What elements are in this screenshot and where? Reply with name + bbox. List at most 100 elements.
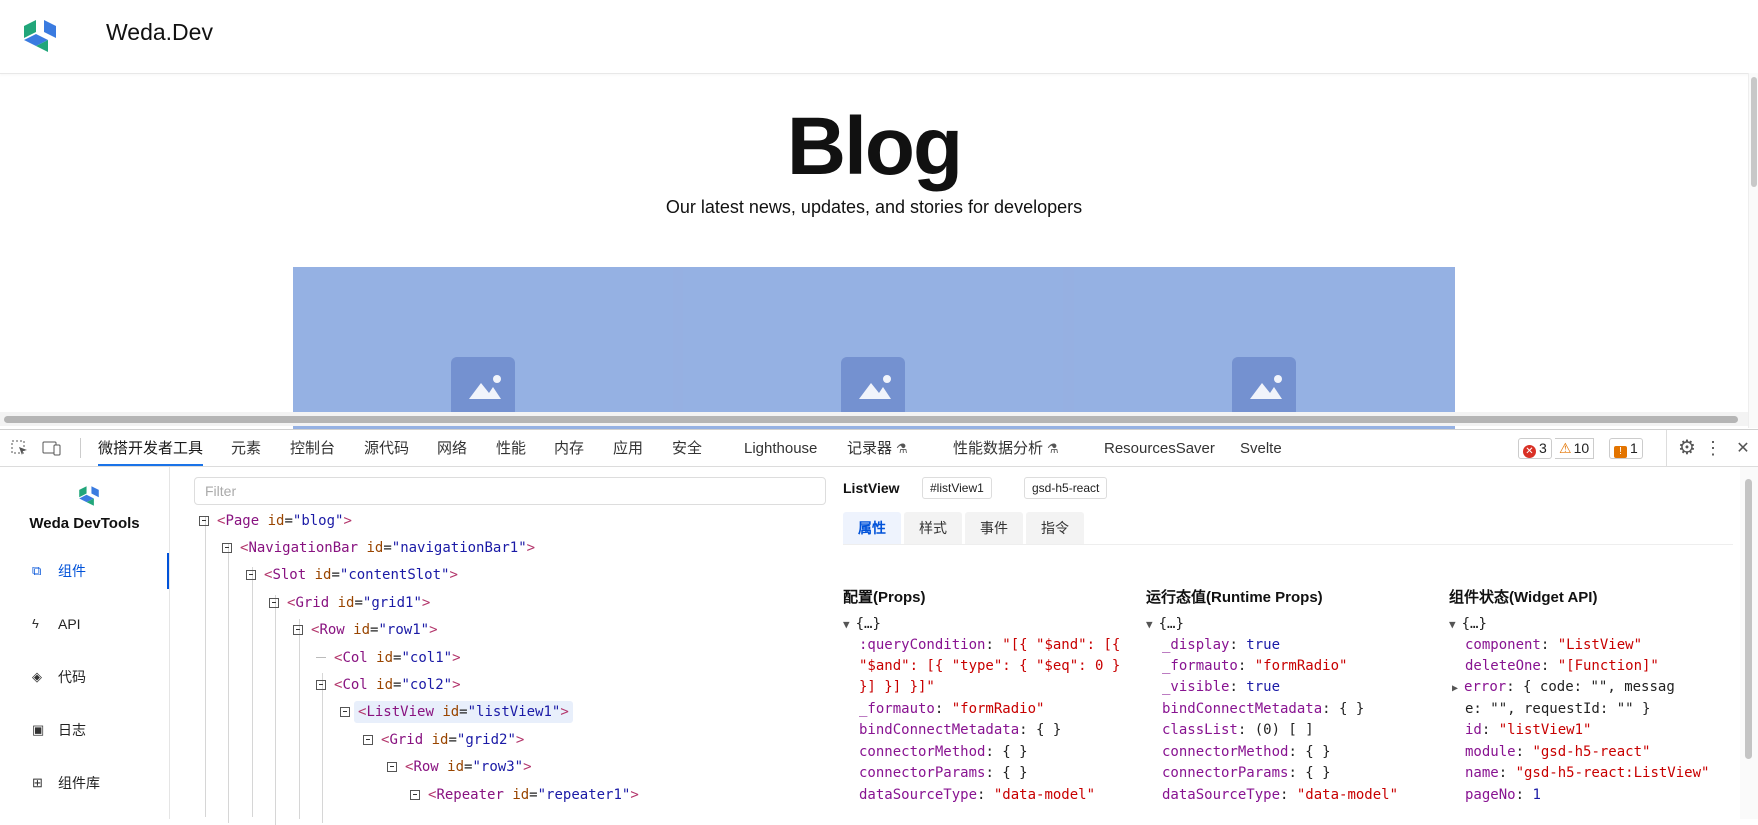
tree-node[interactable]: <Row id="row1"> — [293, 619, 438, 641]
expand-caret-right-icon[interactable]: ▶ — [1452, 683, 1458, 694]
prop-value: "gsd-h5-react" — [1532, 744, 1651, 760]
collapse-toggle-icon[interactable] — [363, 735, 373, 745]
info-count-badge[interactable]: ! 1 — [1609, 438, 1643, 459]
tree-node[interactable]: <Grid id="grid2"> — [363, 729, 524, 751]
tree-node[interactable]: <Repeater id="repeater1"> — [410, 784, 639, 806]
weda-logo-icon[interactable] — [20, 18, 60, 54]
tree-node[interactable]: <Slot id="contentSlot"> — [246, 564, 458, 586]
collapse-toggle-icon[interactable] — [222, 543, 232, 553]
tree-node[interactable]: <Grid id="grid1"> — [269, 592, 430, 614]
prop-value: true — [1246, 679, 1281, 695]
tab-elements[interactable]: 元素 — [231, 430, 261, 466]
page-horizontal-scrollbar[interactable] — [0, 412, 1748, 426]
widget-summary[interactable]: ▼ {…} — [1449, 614, 1487, 636]
error-count-badge[interactable]: ✕ 3 — [1518, 438, 1552, 459]
runtime-summary[interactable]: ▼ {…} — [1146, 614, 1184, 636]
sidebar-item-components[interactable]: ⧉ 组件 — [0, 553, 169, 589]
collapse-toggle-icon[interactable] — [199, 516, 209, 526]
tab-properties[interactable]: 属性 — [843, 512, 901, 544]
sidebar-item-library[interactable]: ⊞ 组件库 — [0, 765, 169, 801]
tab-application[interactable]: 应用 — [613, 430, 643, 466]
prop-line: dataSourceType: "data-model" — [859, 787, 1096, 803]
prop-line: bindConnectMetadata: { } — [859, 722, 1062, 738]
props-title: 配置(Props) — [843, 589, 926, 606]
tab-resources-saver[interactable]: ResourcesSaver — [1104, 430, 1215, 466]
props-summary[interactable]: ▼ {…} — [843, 614, 881, 636]
tab-directives[interactable]: 指令 — [1026, 512, 1084, 544]
tree-node[interactable]: <Col id="col2"> — [316, 674, 461, 696]
devtools-vertical-scrollbar[interactable] — [1740, 467, 1758, 819]
tab-lighthouse[interactable]: Lighthouse — [744, 430, 817, 466]
collapse-toggle-icon[interactable] — [340, 707, 350, 717]
tab-network[interactable]: 网络 — [437, 430, 467, 466]
device-toolbar-icon[interactable] — [42, 439, 62, 457]
expand-caret-icon[interactable]: ▼ — [1449, 618, 1456, 631]
tree-node[interactable]: <NavigationBar id="navigationBar1"> — [222, 537, 535, 559]
warning-count-badge[interactable]: ⚠ 10 — [1555, 438, 1595, 459]
tab-styles[interactable]: 样式 — [904, 512, 962, 544]
prop-value: { } — [1339, 701, 1365, 717]
info-icon: ! — [1614, 446, 1627, 458]
tab-recorder[interactable]: 记录器 ⚗ — [847, 430, 908, 466]
collapse-toggle-icon[interactable] — [246, 570, 256, 580]
collapse-toggle-icon[interactable] — [316, 680, 326, 690]
prop-key: id — [1465, 722, 1482, 738]
tab-sources[interactable]: 源代码 — [364, 430, 409, 466]
tree-node-selected[interactable]: <ListView id="listView1"> — [340, 701, 573, 723]
expand-caret-icon[interactable]: ▼ — [1146, 618, 1153, 631]
sidebar-item-code[interactable]: ◈ 代码 — [0, 659, 169, 695]
sidebar-item-label: API — [58, 616, 81, 632]
prop-key: connectorMethod — [859, 744, 986, 760]
tree-node-tag: Col — [342, 677, 368, 693]
tab-performance[interactable]: 性能 — [496, 430, 526, 466]
scrollbar-thumb[interactable] — [1751, 77, 1757, 187]
blog-card[interactable] — [293, 267, 673, 430]
prop-value: { } — [1002, 765, 1028, 781]
filter-input[interactable] — [194, 477, 826, 505]
sidebar-item-logs[interactable]: ▣ 日志 — [0, 712, 169, 748]
tree-node-id: repeater1 — [546, 787, 622, 803]
tree-node[interactable]: <Row id="row3"> — [387, 756, 532, 778]
more-options-icon[interactable]: ⋮ — [1704, 430, 1722, 466]
runtime-line: connectorParams: { } — [1162, 765, 1331, 781]
widget-line[interactable]: ▶ error: { code: "", messag — [1452, 677, 1675, 700]
scrollbar-thumb[interactable] — [1745, 479, 1752, 759]
page-vertical-scrollbar[interactable] — [1748, 73, 1758, 428]
sidebar-item-api[interactable]: ϟ API — [0, 606, 169, 642]
tree-node-attr: id — [267, 513, 285, 529]
tree-node[interactable]: <Page id="blog"> — [199, 510, 352, 532]
tree-node[interactable]: <Col id="col1"> — [316, 647, 461, 669]
widget-line: pageNo: 1 — [1465, 787, 1541, 803]
tab-security[interactable]: 安全 — [672, 430, 702, 466]
inspect-element-icon[interactable] — [10, 439, 30, 457]
tab-memory[interactable]: 内存 — [554, 430, 584, 466]
component-tree-pane: <Page id="blog"> <NavigationBar id="navi… — [170, 467, 830, 825]
tab-events[interactable]: 事件 — [965, 512, 1023, 544]
tab-weda-devtools[interactable]: 微搭开发者工具 — [98, 430, 204, 466]
close-devtools-icon[interactable]: ✕ — [1735, 430, 1751, 466]
prop-key: connectorMethod — [1162, 744, 1289, 760]
blog-card[interactable] — [683, 267, 1063, 430]
tab-console[interactable]: 控制台 — [290, 430, 335, 466]
blog-card[interactable] — [1074, 267, 1454, 430]
prop-key: _visible — [1162, 679, 1230, 695]
expand-caret-icon[interactable]: ▼ — [843, 618, 850, 631]
site-name[interactable]: Weda.Dev — [106, 19, 213, 46]
divider — [843, 544, 1733, 545]
tree-node-tag: Row — [319, 622, 345, 638]
leaf-connector — [316, 657, 326, 658]
tree-node-id: contentSlot — [348, 567, 442, 583]
weda-devtools-brand: Weda DevTools — [29, 515, 140, 532]
collapse-toggle-icon[interactable] — [410, 790, 420, 800]
tab-svelte[interactable]: Svelte — [1240, 430, 1282, 466]
tree-node-attr: id — [431, 732, 449, 748]
tree-node-tag: Grid — [295, 595, 330, 611]
scrollbar-thumb[interactable] — [4, 416, 1738, 423]
collapse-toggle-icon[interactable] — [293, 625, 303, 635]
prop-value: { } — [1002, 744, 1028, 760]
info-count: 1 — [1630, 440, 1638, 456]
settings-gear-icon[interactable]: ⚙ — [1666, 430, 1699, 466]
collapse-toggle-icon[interactable] — [387, 762, 397, 772]
tab-performance-insights[interactable]: 性能数据分析 ⚗ — [953, 430, 1059, 466]
collapse-toggle-icon[interactable] — [269, 598, 279, 608]
